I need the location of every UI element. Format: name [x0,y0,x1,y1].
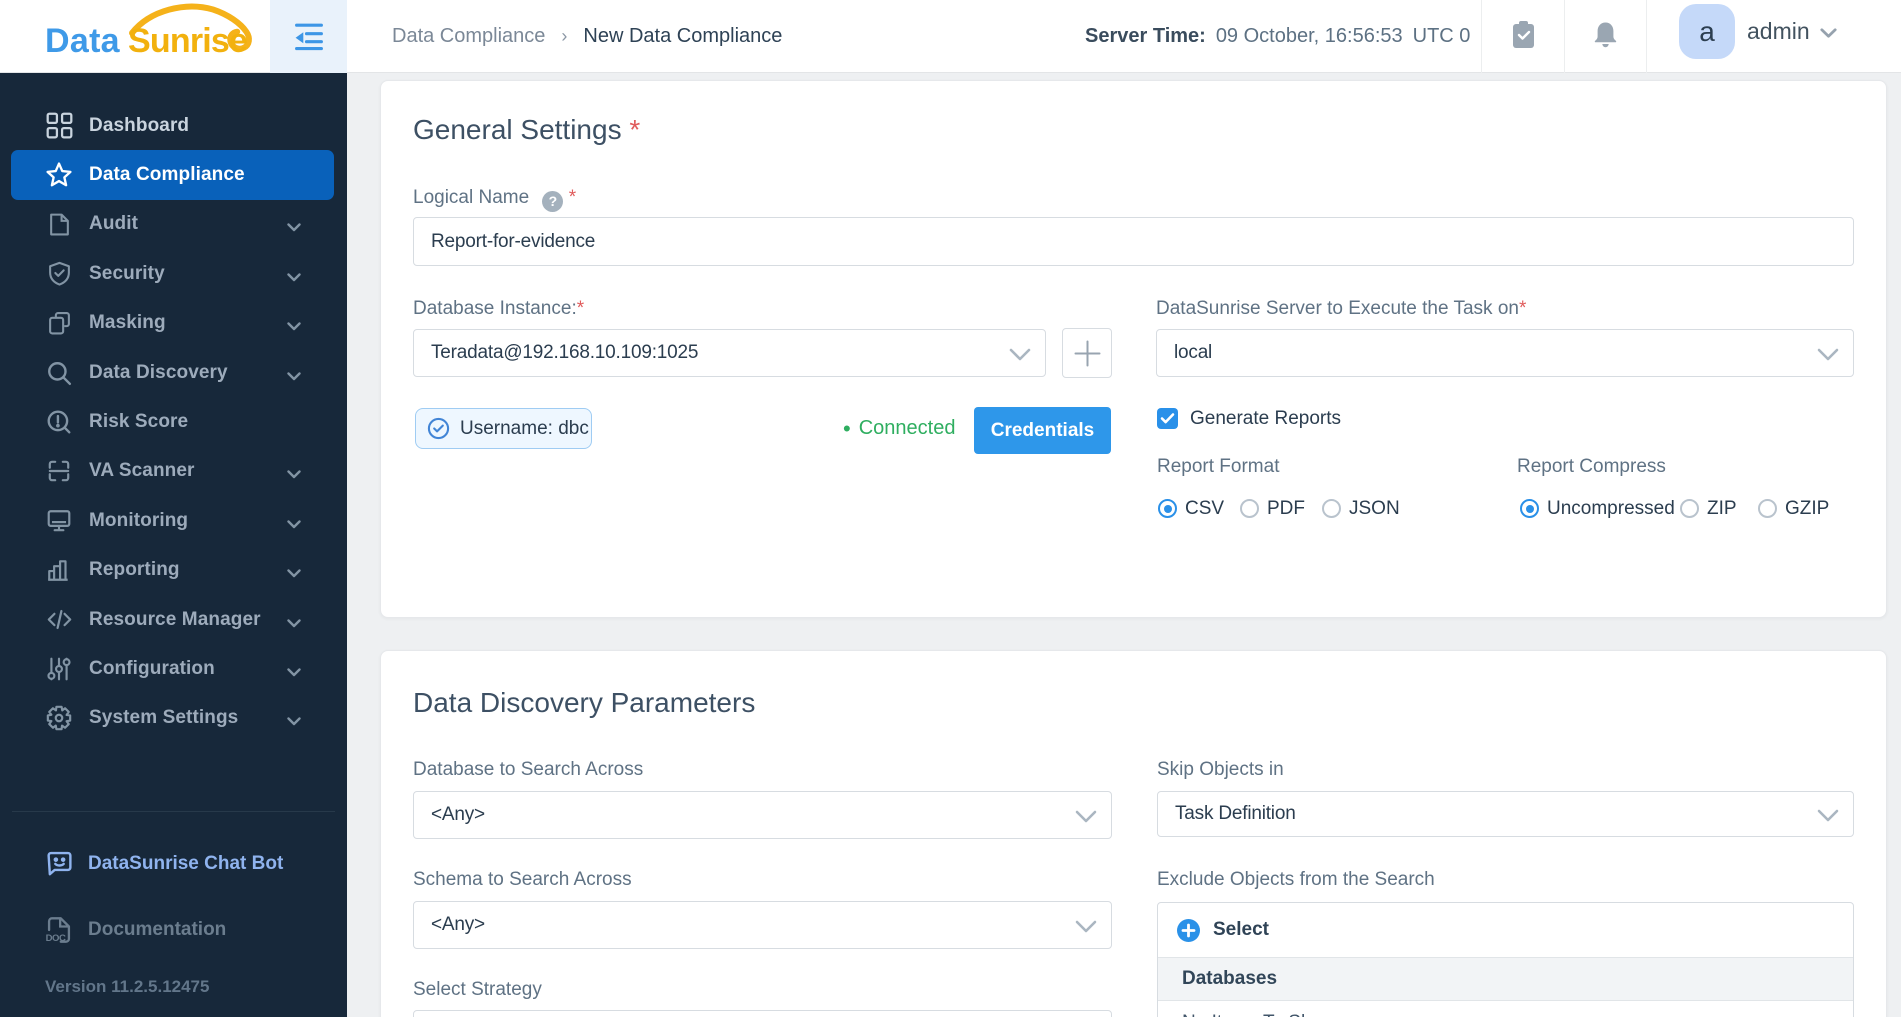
svg-text:Sunrise: Sunrise [128,22,247,60]
svg-text:Data: Data [45,22,121,60]
svg-text:DOC: DOC [46,933,66,944]
